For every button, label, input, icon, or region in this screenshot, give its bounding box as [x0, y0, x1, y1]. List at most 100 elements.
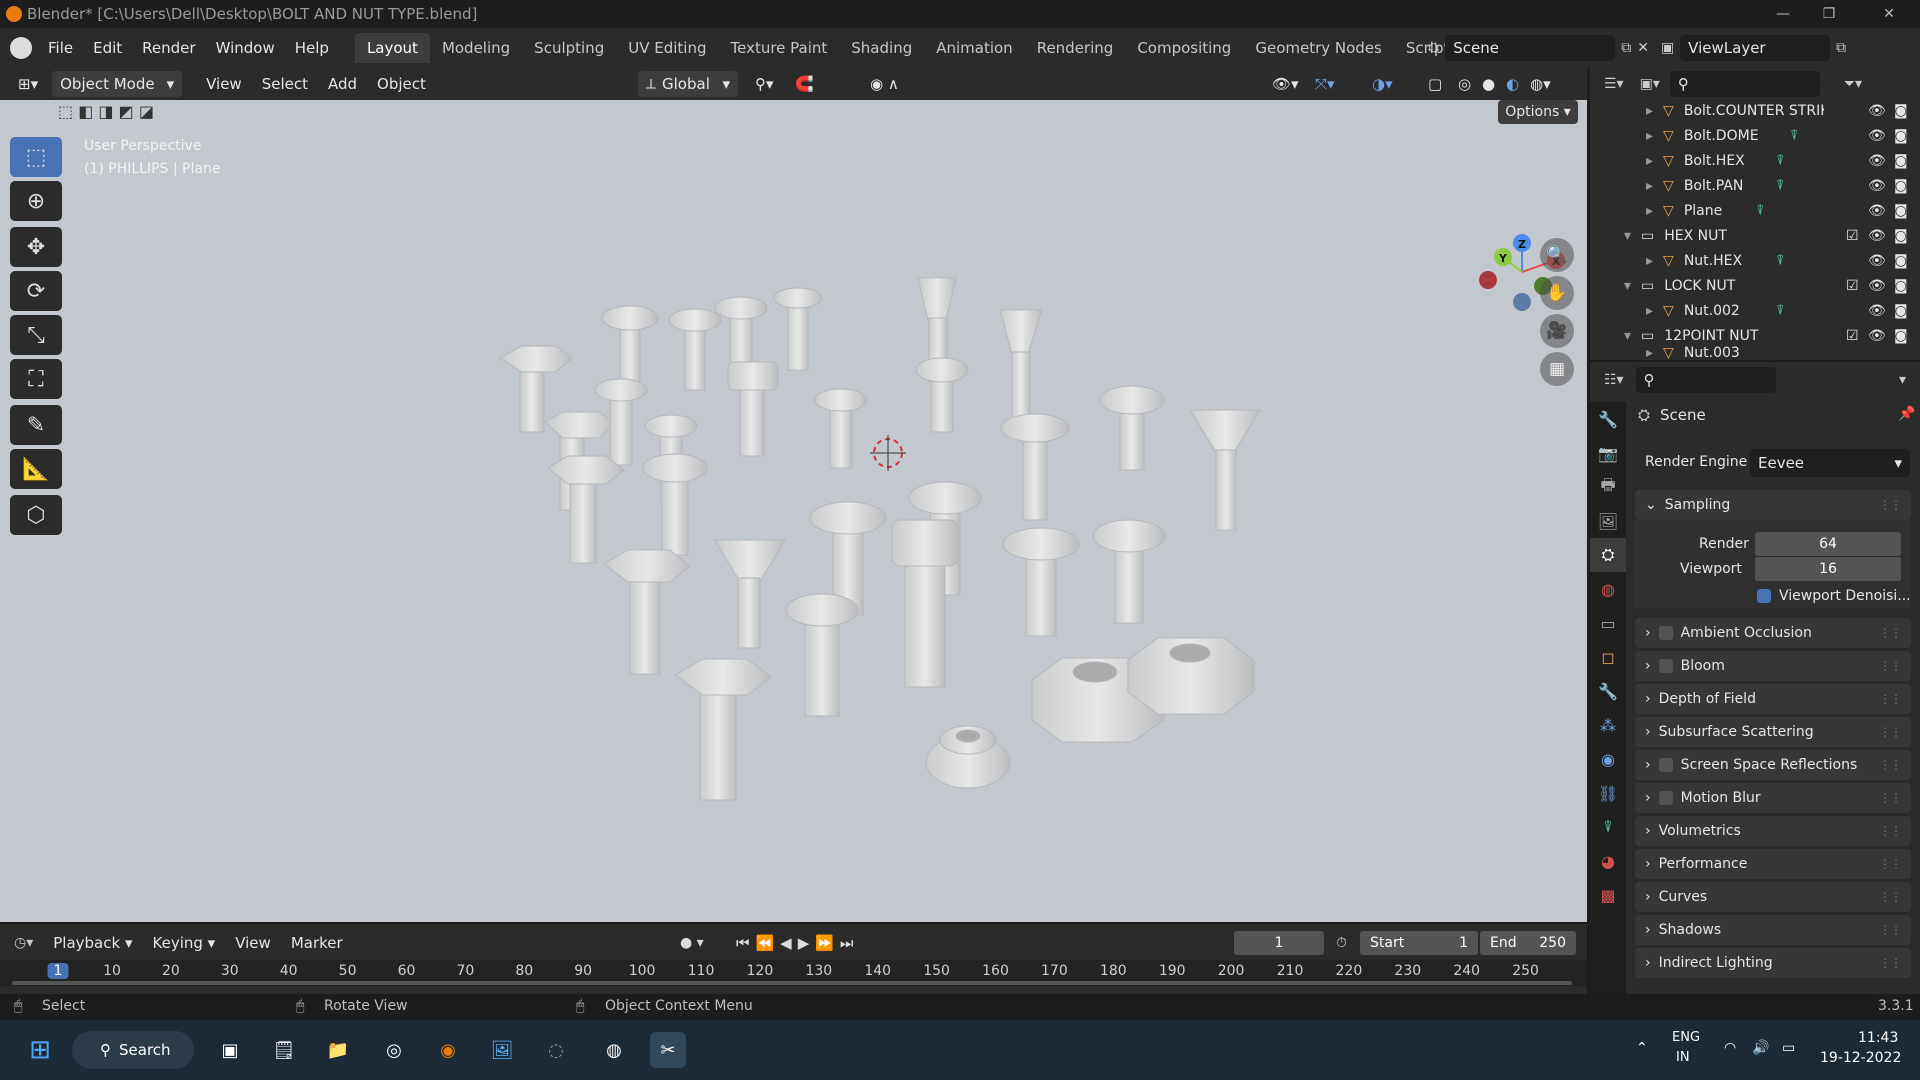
render-camera-icon[interactable]: ◙ [1894, 253, 1908, 269]
panel-screen-space-reflections[interactable]: › Screen Space Reflections ⋮⋮ [1635, 750, 1911, 780]
menu-object[interactable]: Object [367, 75, 436, 93]
tab-texture-paint[interactable]: Texture Paint [718, 33, 839, 63]
close-icon[interactable]: ✕ [1866, 0, 1912, 28]
checkbox-icon[interactable]: ☑ [1846, 278, 1859, 294]
zoom-icon[interactable]: 🔍 [1540, 238, 1574, 272]
tab-geometry-nodes[interactable]: Geometry Nodes [1243, 33, 1394, 63]
outliner-row[interactable]: ▸ ▽ Bolt.DOME ⍒ 👁 ◙ [1590, 123, 1920, 148]
frame-ruler[interactable]: 1 10 20 30 40 50 60 70 80 90 100 110 120 130 140 150 160… [0, 960, 1587, 986]
nut-model[interactable] [925, 725, 1011, 789]
bolt-model[interactable] [1099, 385, 1165, 471]
tab-layout[interactable]: Layout [354, 33, 430, 63]
bolt-model[interactable] [674, 658, 772, 801]
ortho-toggle-icon[interactable]: ▦ [1540, 352, 1574, 386]
eye-icon[interactable]: 👁 [1868, 103, 1886, 119]
panel-ambient-occlusion[interactable]: › Ambient Occlusion ⋮⋮ [1635, 618, 1911, 648]
scene-selector[interactable]: Scene [1445, 35, 1616, 61]
blender-app-icon[interactable]: ◉ [430, 1032, 466, 1068]
panel-shadows[interactable]: › Shadows ⋮⋮ [1635, 915, 1911, 945]
menu-view[interactable]: View [196, 75, 252, 93]
menu-file[interactable]: File [38, 39, 83, 57]
photos-app-icon[interactable]: 🖼 [484, 1032, 520, 1068]
pan-icon[interactable]: ✋ [1540, 276, 1574, 310]
panel-indirect-lighting[interactable]: › Indirect Lighting ⋮⋮ [1635, 948, 1911, 978]
tool-tab-icon[interactable]: 🔧 [1590, 402, 1626, 436]
eye-icon[interactable]: 👁 [1868, 253, 1886, 269]
panel-volumetrics[interactable]: › Volumetrics ⋮⋮ [1635, 816, 1911, 846]
constraints-tab-icon[interactable]: ⛓ [1590, 776, 1626, 810]
chevron-down-icon[interactable]: ▾ [1899, 372, 1906, 388]
tab-animation[interactable]: Animation [924, 33, 1024, 63]
eye-icon[interactable]: 👁 [1868, 303, 1886, 319]
bolt-model[interactable] [714, 539, 786, 649]
render-tab-icon[interactable]: 📷 [1590, 436, 1626, 470]
render-camera-icon[interactable]: ◙ [1894, 228, 1908, 244]
bolt-model[interactable] [727, 361, 779, 457]
render-camera-icon[interactable]: ◙ [1894, 153, 1908, 169]
bolt-model[interactable] [1189, 409, 1261, 531]
minimize-icon[interactable]: — [1760, 0, 1806, 28]
outliner-collection-row[interactable]: ▾ ▭ 12POINT NUT ☑ 👁 ◙ [1590, 323, 1920, 348]
checkbox-icon[interactable] [1658, 626, 1673, 640]
menu-marker[interactable]: Marker [281, 934, 353, 952]
obs-app-icon[interactable]: ◎ [376, 1032, 412, 1068]
render-engine-selector[interactable]: Eevee ▾ [1750, 449, 1910, 477]
windows-start-icon[interactable]: ⊞ [22, 1032, 58, 1068]
panel-motion-blur[interactable]: › Motion Blur ⋮⋮ [1635, 783, 1911, 813]
bolt-model[interactable] [814, 388, 868, 469]
checkbox-icon[interactable]: ☑ [1846, 328, 1859, 344]
end-frame-field[interactable]: End 250 [1480, 931, 1576, 955]
eye-icon[interactable]: 👁 [1868, 278, 1886, 294]
app-icon[interactable]: ◌ [538, 1032, 574, 1068]
current-frame-field[interactable]: 1 [1234, 931, 1324, 955]
timeline-editor-icon[interactable]: ◷▾ [14, 935, 33, 951]
blender-menu-icon[interactable] [10, 37, 32, 59]
nut-model[interactable] [1127, 637, 1255, 715]
bolt-model[interactable] [1002, 527, 1080, 637]
menu-render[interactable]: Render [132, 39, 205, 57]
chrome-app-icon[interactable]: ◍ [596, 1032, 632, 1068]
checkbox-icon[interactable]: ☑ [1846, 228, 1859, 244]
playback-controls[interactable]: ⏮⏪◀▶⏩⏭ [736, 934, 859, 952]
tab-compositing[interactable]: Compositing [1125, 33, 1243, 63]
gizmo-icon[interactable]: ⤧▾ [1305, 75, 1345, 93]
menu-playback[interactable]: Playback ▾ [43, 934, 142, 952]
texture-tab-icon[interactable]: ▩ [1590, 878, 1626, 912]
outliner-collection-row[interactable]: ▾ ▭ LOCK NUT ☑ 👁 ◙ [1590, 273, 1920, 298]
notepad-app-icon[interactable]: 🗒 [266, 1032, 302, 1068]
snap-icon[interactable]: 🧲 [785, 75, 824, 93]
physics-tab-icon[interactable]: ◉ [1590, 742, 1626, 776]
render-camera-icon[interactable]: ◙ [1894, 178, 1908, 194]
checkbox-icon[interactable] [1658, 791, 1673, 805]
panel-subsurface-scattering[interactable]: › Subsurface Scattering ⋮⋮ [1635, 717, 1911, 747]
viewport-samples-field[interactable]: 16 [1755, 557, 1901, 581]
visibility-icon[interactable]: 👁▾ [1262, 75, 1309, 93]
particles-tab-icon[interactable]: ⁂ [1590, 708, 1626, 742]
new-viewlayer-icon[interactable]: ⧉ [1836, 40, 1846, 56]
3d-viewport[interactable]: ⬚ ◧ ◨ ◩ ◪ Options ▾ User Perspective (1)… [0, 100, 1587, 922]
outliner-row[interactable]: ▸ ▽ Plane ⍒ 👁 ◙ [1590, 198, 1920, 223]
outliner-collection-row[interactable]: ▾ ▭ HEX NUT ☑ 👁 ◙ [1590, 223, 1920, 248]
modifier-tab-icon[interactable]: 🔧 [1590, 674, 1626, 708]
bolt-model[interactable] [915, 357, 969, 433]
volume-icon[interactable]: 🔊 [1752, 1040, 1769, 1056]
bolt-model[interactable] [1092, 519, 1166, 624]
display-mode-icon[interactable]: ▣▾ [1640, 76, 1660, 92]
render-camera-icon[interactable]: ◙ [1894, 328, 1908, 344]
eye-icon[interactable]: 👁 [1868, 328, 1886, 344]
transform-orientation-selector[interactable]: ⟂ Global ▾ [638, 71, 738, 97]
timeline-scrollbar[interactable] [12, 981, 1572, 985]
collection-tab-icon[interactable]: ▭ [1590, 606, 1626, 640]
camera-view-icon[interactable]: 🎥 [1540, 314, 1574, 348]
outliner-search-input[interactable]: ⚲ [1669, 71, 1820, 97]
editor-type-icon[interactable]: ⊞▾ [8, 75, 48, 93]
panel-depth-of-field[interactable]: › Depth of Field ⋮⋮ [1635, 684, 1911, 714]
render-camera-icon[interactable]: ◙ [1894, 203, 1908, 219]
outliner-editor-icon[interactable]: ☰▾ [1604, 76, 1624, 92]
filter-icon[interactable]: ⏷▾ [1844, 76, 1862, 92]
3d-cursor[interactable] [870, 435, 906, 471]
render-camera-icon[interactable]: ◙ [1894, 278, 1908, 294]
drag-handle-icon[interactable]: ⋮⋮ [1879, 498, 1902, 512]
menu-edit[interactable]: Edit [83, 39, 132, 57]
bolt-model[interactable] [603, 549, 691, 675]
